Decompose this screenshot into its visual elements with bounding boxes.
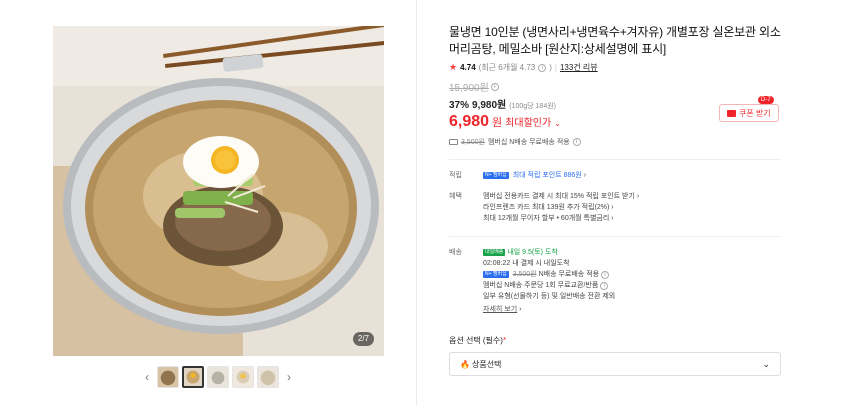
thumbnail[interactable] — [157, 366, 179, 388]
rating-row: ★ 4.74 (최근 6개월 4.73 i) | 133건 리뷰 — [449, 62, 781, 73]
arrival-date: 내일 9.5(토) 도착 — [507, 249, 558, 256]
max-price: 6,980 — [449, 113, 490, 130]
image-counter: 2/7 — [352, 332, 374, 346]
exclusion-note: 일부 유형(선물하기 등) 및 일반배송 전환 제외 — [483, 293, 616, 300]
benefit-item[interactable]: 최대 12개월 무이자 할부 • 60개월 특별금리 › — [483, 213, 781, 224]
delivery-label: 배송 — [449, 249, 462, 256]
points-section: 적립 N+ 멤버십 최대 적립 포인트 886원 › — [449, 170, 781, 181]
coupon-badge: D-7 — [758, 96, 774, 104]
benefits-label: 혜택 — [449, 193, 462, 200]
required-mark: * — [502, 336, 507, 345]
chevron-right-icon: › — [611, 204, 614, 211]
discount-price: 9,980원 — [472, 100, 507, 111]
divider — [449, 159, 781, 160]
separator: | — [554, 63, 557, 72]
exchange-note: 멤버십 N배송 주문당 1회 무료교환/반품 — [483, 282, 599, 289]
coupon-label: 쿠폰 받기 — [739, 108, 771, 118]
product-main-image[interactable]: 2/7 — [53, 26, 384, 356]
info-icon[interactable]: i — [538, 63, 547, 72]
thumbnail[interactable] — [207, 366, 229, 388]
thumbnail-active[interactable] — [182, 366, 204, 388]
option-label-row: 옵션 선택 (필수)* — [449, 335, 781, 346]
npay-membership-badge: N+ 멤버십 — [483, 171, 509, 179]
thumbnail[interactable] — [232, 366, 254, 388]
npay-membership-badge: N+ 멤버십 — [483, 270, 509, 278]
max-price-unit: 원 — [492, 117, 503, 129]
coupon-button[interactable]: D-7 쿠폰 받기 — [719, 96, 779, 122]
shipping-fee: 3,500원 — [461, 139, 485, 146]
naengmyeon-photo — [53, 26, 384, 356]
info-icon[interactable]: i — [490, 82, 499, 91]
points-label: 적립 — [449, 172, 462, 179]
review-link[interactable]: 133건 리뷰 — [560, 62, 598, 73]
delivery-fee: 3,500원 — [512, 271, 537, 278]
unit-price: (100g당 184원) — [509, 103, 556, 110]
next-day-badge: 내일배송 — [483, 248, 506, 256]
max-points-link[interactable]: 최대 적립 포인트 886원 — [513, 172, 582, 179]
product-title: 물냉면 10인분 (냉면사리+냉면육수+겨자유) 개별포장 실온보관 외소머리곰… — [449, 25, 781, 56]
info-icon[interactable]: i — [572, 138, 581, 146]
truck-icon — [449, 139, 458, 145]
max-discount-label: 최대할인가 — [505, 118, 552, 129]
info-icon[interactable]: i — [600, 282, 609, 290]
chevron-right-icon: › — [519, 306, 522, 313]
ticket-icon — [727, 109, 736, 117]
chevron-right-icon[interactable]: › — [282, 370, 296, 384]
option-label: 옵션 선택 (필수) — [449, 336, 503, 345]
fire-icon: 🔥 — [460, 359, 470, 369]
delivery-fee-note: N배송 무료배송 적용 — [538, 271, 600, 278]
column-divider — [416, 0, 417, 406]
info-icon[interactable]: i — [601, 271, 610, 279]
chevron-left-icon[interactable]: ‹ — [140, 370, 154, 384]
original-price: 15,900원 — [449, 83, 489, 94]
rating-note-close: ) — [549, 63, 552, 72]
original-price-row: 15,900원 i — [449, 79, 781, 94]
benefit-item[interactable]: 라인프렌즈 카드 최대 139원 추가 적립(2%) › — [483, 202, 781, 213]
chevron-down-icon[interactable]: ⌄ — [554, 119, 561, 128]
details-link[interactable]: 자세히 보기 — [483, 306, 517, 313]
divider — [449, 236, 781, 237]
order-cutoff: 02:08:22 내 결제 시 내일도착 — [483, 260, 570, 267]
shipping-fee-row: 3,500원 멤버십 N배송 무료배송 적용 i — [449, 137, 781, 147]
benefit-item[interactable]: 멤버십 전용카드 결제 시 최대 15% 적립 포인트 받기 › — [483, 191, 781, 202]
thumbnail[interactable] — [257, 366, 279, 388]
star-icon: ★ — [449, 62, 458, 72]
benefits-section: 혜택 멤버십 전용카드 결제 시 최대 15% 적립 포인트 받기 › 라인프렌… — [449, 191, 781, 224]
chevron-right-icon: › — [636, 193, 640, 200]
chevron-right-icon: › — [583, 172, 587, 179]
chevron-down-icon: ⌄ — [762, 358, 770, 369]
thumbnail-strip: ‹ › — [140, 365, 296, 389]
option-placeholder: 상품선택 — [471, 359, 502, 369]
rating-value: 4.74 — [460, 63, 476, 72]
rating-note: (최근 6개월 4.73 — [478, 63, 536, 72]
chevron-right-icon: › — [611, 215, 614, 222]
product-info-panel: 물냉면 10인분 (냉면사리+냉면육수+겨자유) 개별포장 실온보관 외소머리곰… — [449, 24, 781, 376]
option-select[interactable]: 🔥 상품선택 ⌄ — [449, 352, 781, 376]
shipping-note: 멤버십 N배송 무료배송 적용 — [487, 139, 570, 146]
delivery-section: 배송 내일배송 내일 9.5(토) 도착 02:08:22 내 결제 시 내일도… — [449, 247, 781, 315]
discount-rate: 37% — [449, 100, 470, 111]
